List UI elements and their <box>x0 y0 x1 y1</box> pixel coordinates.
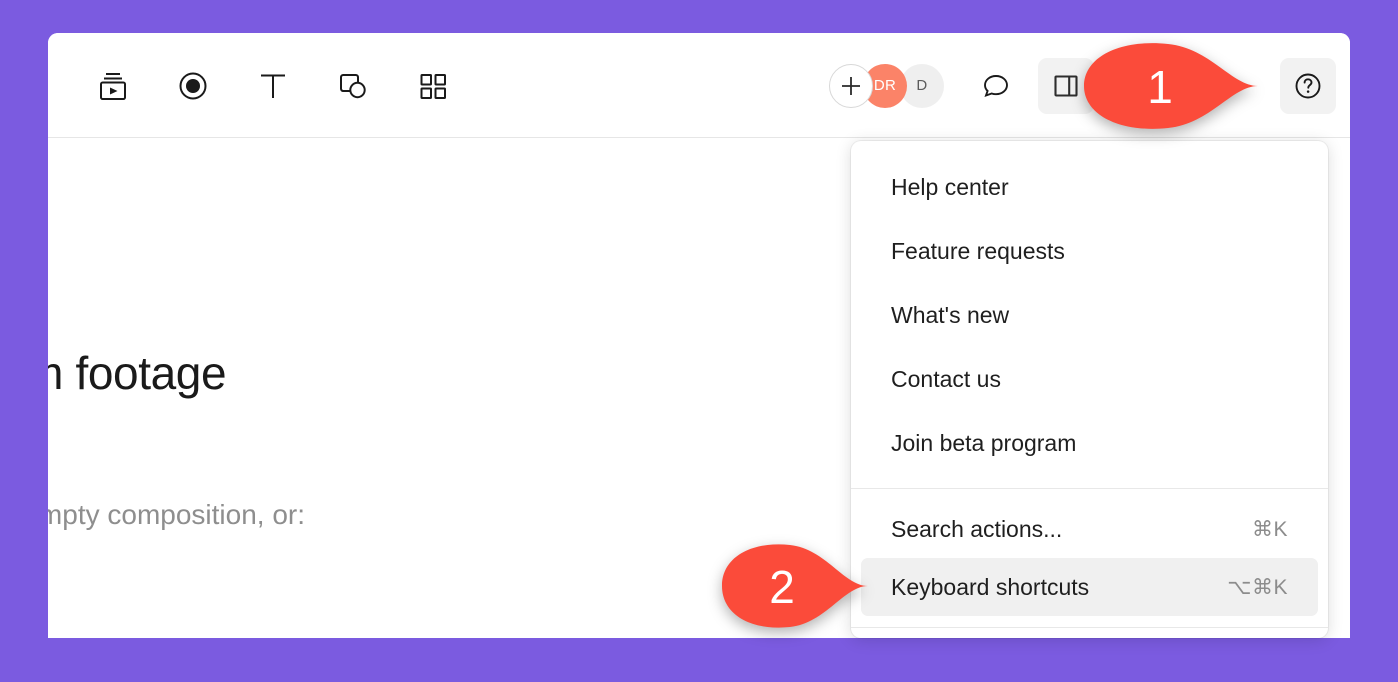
help-menu-actions-section: Search actions... ⌘K Keyboard shortcuts … <box>851 489 1328 627</box>
canvas-headline: am footage <box>48 346 226 400</box>
menu-item-whats-new[interactable]: What's new <box>861 283 1318 347</box>
record-icon[interactable] <box>168 61 218 111</box>
avatar-group: DR D <box>863 64 944 108</box>
media-clip-icon[interactable] <box>88 61 138 111</box>
screenshot-stage: DR D <box>0 0 1398 682</box>
help-dropdown-menu: Help center Feature requests What's new … <box>851 141 1328 638</box>
shapes-icon[interactable] <box>328 61 378 111</box>
menu-item-shortcut: ⌥⌘K <box>1227 575 1288 600</box>
grid-apps-icon[interactable] <box>408 61 458 111</box>
tool-group-left <box>88 33 458 138</box>
step-marker-1: 1 <box>1082 41 1258 131</box>
menu-item-label: Keyboard shortcuts <box>891 574 1089 601</box>
text-tool-icon[interactable] <box>248 61 298 111</box>
step-marker-2: 2 <box>720 543 868 629</box>
comment-icon[interactable] <box>970 60 1022 112</box>
menu-item-label: Contact us <box>891 366 1001 393</box>
menu-item-label: Feature requests <box>891 238 1065 265</box>
avatar-d-initials: D <box>916 77 927 94</box>
help-button[interactable] <box>1280 58 1336 114</box>
menu-item-shortcut: ⌘K <box>1252 517 1288 542</box>
menu-item-feature-requests[interactable]: Feature requests <box>861 219 1318 283</box>
help-menu-overflow-section <box>851 628 1328 638</box>
menu-item-label: Search actions... <box>891 516 1062 543</box>
menu-item-keyboard-shortcuts[interactable]: Keyboard shortcuts ⌥⌘K <box>861 558 1318 616</box>
menu-item-help-center[interactable]: Help center <box>861 155 1318 219</box>
menu-item-label: Help center <box>891 174 1009 201</box>
menu-item-join-beta-program[interactable]: Join beta program <box>861 411 1318 475</box>
menu-item-search-actions[interactable]: Search actions... ⌘K <box>861 500 1318 558</box>
step-marker-1-number: 1 <box>1147 61 1173 113</box>
avatar-dr-initials: DR <box>874 77 896 94</box>
menu-item-label: What's new <box>891 302 1009 329</box>
add-person-button[interactable] <box>829 64 873 108</box>
menu-item-label: Join beta program <box>891 430 1076 457</box>
canvas-subline: n empty composition, or: <box>48 499 305 531</box>
step-marker-2-number: 2 <box>769 561 795 613</box>
menu-item-contact-us[interactable]: Contact us <box>861 347 1318 411</box>
help-menu-primary-section: Help center Feature requests What's new … <box>851 141 1328 488</box>
